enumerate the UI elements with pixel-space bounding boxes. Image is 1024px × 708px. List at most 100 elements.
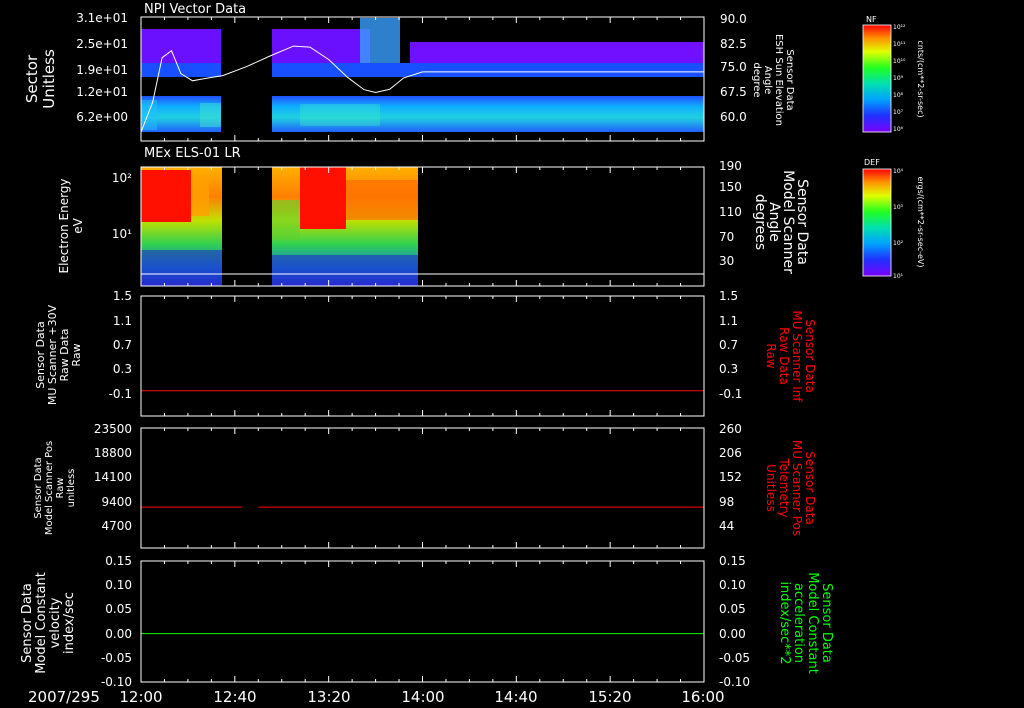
svg-text:Unitless: Unitless (40, 49, 58, 109)
time-tick-labels: 12:00 12:40 13:20 14:00 14:40 15:20 16:0… (119, 688, 724, 706)
els-time-ticks (140, 167, 705, 286)
p4-y2tick-label: 152 (719, 470, 742, 484)
p4-ytick-label: 23500 (94, 422, 132, 436)
svg-text:Sensor Data: Sensor Data (784, 49, 795, 110)
els-right-axis: 190 150 110 70 30 (719, 159, 742, 268)
svg-text:Raw Data: Raw Data (777, 327, 791, 385)
svg-text:index/sec: index/sec (62, 592, 77, 654)
time-axis-footer: 2007/295 12:00 12:40 13:20 14:00 14:40 1… (28, 688, 725, 706)
npi-y2tick-label: 75.0 (720, 60, 747, 74)
p5-y2label: Sensor Data Model Constant acceleration … (777, 572, 834, 674)
npi-heatmap-cells (141, 17, 704, 141)
p4-time-ticks (140, 428, 705, 548)
nf-colorbar-scale (862, 24, 892, 133)
svg-text:MU Scanner Inf: MU Scanner Inf (790, 310, 804, 402)
nf-colorbar-label: NF (866, 15, 877, 24)
p5-y2tick-label: 0.05 (719, 602, 746, 616)
plot-canvas: NPI Vector Data 3.1e+01 2.5e+01 1.9e+01 (20, 2, 925, 706)
npi-ytick-label: 1.2e+01 (76, 85, 128, 99)
svg-text:Electron Energy: Electron Energy (57, 178, 71, 273)
p5-y2tick-label: 0.10 (719, 578, 746, 592)
nf-colorbar: NF 10¹² 10¹¹ 10¹⁰ 10⁹ 10⁸ 10⁷ 10⁶ cnts/(… (862, 15, 925, 133)
p3-right-axis: 1.5 1.1 0.7 0.3 -0.1 (719, 289, 742, 401)
svg-text:index/sec**2: index/sec**2 (777, 581, 792, 664)
time-tick-label: 15:20 (588, 688, 631, 706)
svg-text:unitless: unitless (66, 469, 77, 508)
p5-ytick-label: 0.15 (105, 554, 132, 568)
p4-ytick-label: 18800 (94, 446, 132, 460)
els-y2tick-label: 190 (719, 159, 742, 173)
p5-ytick-label: 0.05 (105, 602, 132, 616)
time-tick-label: 14:00 (401, 688, 444, 706)
svg-text:Raw: Raw (764, 343, 778, 368)
svg-text:acceleration: acceleration (791, 583, 806, 663)
els-plot-frame (140, 166, 705, 287)
npi-ytick-label: 6.2e+00 (76, 110, 128, 124)
svg-text:10¹¹: 10¹¹ (893, 41, 906, 48)
p3-plot-frame (140, 295, 705, 417)
p4-ylabel: Sensor Data Model Scanner Pos Raw unitle… (33, 441, 77, 535)
svg-text:Sector: Sector (23, 54, 41, 103)
npi-ylabel: Sector Unitless (23, 49, 58, 109)
svg-text:Sensor Data: Sensor Data (20, 583, 35, 663)
p3-ytick-label: 1.5 (113, 289, 132, 303)
svg-text:degree: degree (751, 62, 762, 97)
svg-text:10⁷: 10⁷ (893, 109, 904, 116)
els-y2tick-label: 70 (719, 230, 734, 244)
p5-ylabel: Sensor Data Model Constant velocity inde… (20, 572, 77, 674)
els-ytick-label: 10¹ (112, 227, 132, 241)
els-panel-title: MEx ELS-01 LR (144, 146, 241, 161)
svg-text:degrees: degrees (752, 194, 768, 250)
mu-scanner-30v-panel: 1.5 1.1 0.7 0.3 -0.1 Sensor Data MU Scan… (34, 289, 817, 417)
p3-ytick-label: 0.7 (113, 338, 132, 352)
p5-ytick-label: 0.10 (105, 578, 132, 592)
p4-left-axis: 23500 18800 14100 9400 4700 (94, 422, 132, 533)
npi-panel-title: NPI Vector Data (144, 2, 246, 17)
svg-text:ESH Sun Elevation: ESH Sun Elevation (773, 34, 784, 126)
p4-y2label: Sensor Data MU Scanner Pos Telemetry Uni… (764, 440, 817, 536)
p4-y2tick-label: 260 (719, 422, 742, 436)
svg-text:10²: 10² (893, 240, 904, 247)
p3-y2tick-label: 0.7 (719, 338, 738, 352)
svg-text:Telemetry: Telemetry (777, 457, 791, 517)
p4-y2tick-label: 206 (719, 446, 742, 460)
p5-time-ticks (140, 561, 705, 682)
p4-y2tick-label: 98 (719, 495, 734, 509)
p4-ytick-label: 4700 (101, 519, 132, 533)
els-ylabel: Electron Energy eV (57, 178, 85, 273)
svg-text:Sensor Data: Sensor Data (803, 319, 817, 393)
svg-text:10¹: 10¹ (893, 273, 904, 280)
p5-ytick-label: -0.10 (101, 675, 132, 689)
els-ytick-label: 10² (112, 171, 132, 185)
p4-ytick-label: 9400 (101, 495, 132, 509)
els-y2tick-label: 150 (719, 180, 742, 194)
npi-y2label: Sensor Data ESH Sun Elevation Angle degr… (751, 34, 795, 126)
els-y2tick-label: 30 (719, 254, 734, 268)
p3-ytick-label: 0.3 (113, 362, 132, 376)
npi-y2tick-label: 82.5 (720, 37, 747, 51)
svg-text:10¹²: 10¹² (893, 24, 906, 31)
npi-y2tick-label: 67.5 (720, 85, 747, 99)
svg-text:Raw: Raw (70, 343, 83, 366)
time-tick-label: 12:40 (213, 688, 256, 706)
npi-y2tick-label: 90.0 (720, 12, 747, 26)
els-y2tick-label: 110 (719, 205, 742, 219)
p3-y2tick-label: -0.1 (719, 387, 742, 401)
svg-text:Model Constant: Model Constant (805, 572, 820, 674)
npi-left-axis: 3.1e+01 2.5e+01 1.9e+01 1.2e+01 6.2e+00 (76, 11, 128, 124)
svg-text:Model Scanner Pos: Model Scanner Pos (44, 441, 55, 535)
p4-plot-frame (140, 427, 705, 549)
p5-plot-frame (140, 560, 705, 683)
svg-text:10⁹: 10⁹ (893, 75, 904, 82)
npi-heatmap-panel: NPI Vector Data 3.1e+01 2.5e+01 1.9e+01 (23, 2, 795, 142)
time-tick-label: 12:00 (119, 688, 162, 706)
svg-text:eV: eV (71, 217, 85, 233)
p4-y2tick-label: 44 (719, 519, 734, 533)
def-colorbar-ticks: 10⁴ 10³ 10² 10¹ (893, 168, 904, 280)
npi-ytick-label: 3.1e+01 (76, 11, 128, 25)
svg-text:Sensor Data: Sensor Data (33, 457, 44, 518)
p5-y2tick-label: -0.10 (719, 675, 750, 689)
p4-ytick-label: 14100 (94, 470, 132, 484)
p3-y2tick-label: 1.5 (719, 289, 738, 303)
model-constant-panel: 0.15 0.10 0.05 0.00 -0.05 -0.10 Sensor D… (20, 554, 834, 689)
